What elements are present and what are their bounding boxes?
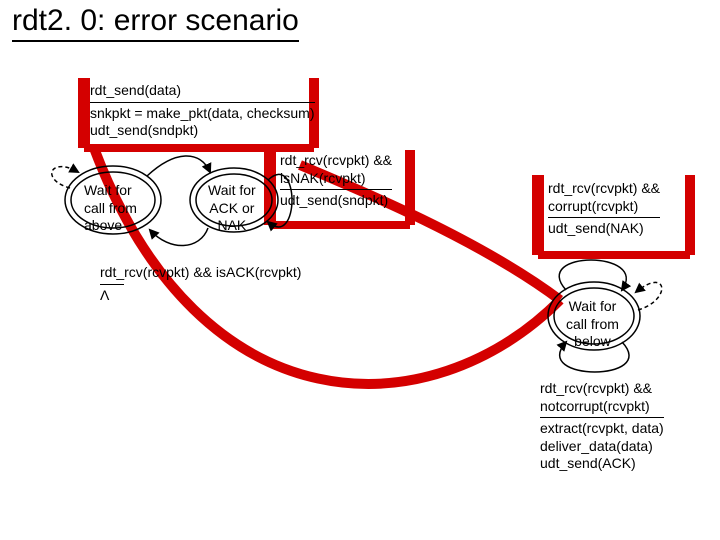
receiver-ok-event: rdt_rcv(rcvpkt) && notcorrupt(rcvpkt) ex…: [540, 380, 664, 473]
receiver-corrupt-event: rdt_rcv(rcvpkt) && corrupt(rcvpkt) udt_s…: [548, 180, 660, 238]
sender-send-event: rdt_send(data) snkpkt = make_pkt(data, c…: [90, 82, 315, 140]
sender-nak-event: rdt_rcv(rcvpkt) && isNAK(rcvpkt) udt_sen…: [280, 152, 392, 210]
state-wait-call: Wait for call from above: [84, 182, 137, 235]
state-wait-ack: Wait for ACK or NAK: [208, 182, 256, 235]
sender-ack-event: rdt_rcv(rcvpkt) && isACK(rcvpkt) Λ: [100, 264, 301, 304]
state-wait-below: Wait for call from below: [566, 298, 619, 351]
